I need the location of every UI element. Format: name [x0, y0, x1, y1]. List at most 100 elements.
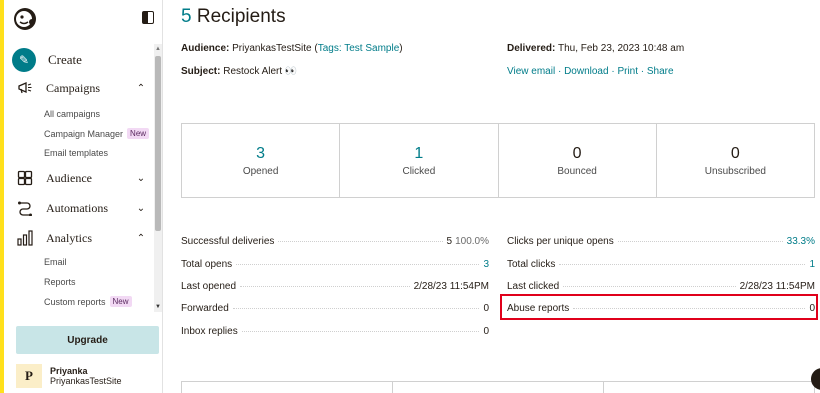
sidebar-subitem-label: Email — [44, 257, 67, 267]
stat-unsubscribed: 0 Unsubscribed — [657, 124, 814, 197]
user-account[interactable]: P Priyanka PriyankasTestSite — [16, 364, 122, 388]
collapse-sidebar-icon[interactable] — [142, 11, 154, 24]
dotted-leader — [236, 264, 480, 265]
stat-value: 0 — [572, 144, 582, 162]
megaphone-icon — [16, 79, 34, 97]
stat-label: Unsubscribed — [704, 165, 766, 177]
dotted-leader — [617, 241, 783, 242]
sidebar-item-analytics[interactable]: Analytics ⌃ — [16, 228, 146, 248]
audience-label: Audience: — [181, 43, 230, 54]
metric-label: Forwarded — [181, 303, 229, 314]
tags-close-paren: ) — [399, 43, 403, 54]
upgrade-button[interactable]: Upgrade — [16, 326, 159, 354]
scroll-up-arrow-icon[interactable]: ▲ — [154, 44, 162, 54]
dotted-leader — [241, 331, 480, 332]
sidebar-subitem-reports[interactable]: Reports — [44, 277, 76, 287]
automations-icon — [16, 199, 34, 217]
metric-total-clicks: Total clicks 1 — [507, 259, 815, 273]
metric-label: Clicks per unique opens — [507, 236, 614, 247]
pencil-icon: ✎ — [12, 48, 36, 72]
metric-label: Successful deliveries — [181, 236, 275, 247]
analytics-icon — [16, 229, 34, 247]
scrollbar-thumb[interactable] — [155, 56, 161, 231]
sidebar-nav: ✎ Create Campaigns ⌃ All campaigns Campa… — [4, 44, 154, 314]
sidebar-subitem-campaign-manager[interactable]: Campaign Manager New — [44, 128, 150, 139]
dotted-leader — [240, 286, 410, 287]
sidebar-item-label: Analytics — [46, 230, 92, 245]
page-title: 5 Recipients — [181, 6, 286, 28]
sidebar-subitem-label: Campaign Manager — [44, 128, 124, 139]
bottom-panel-cell — [182, 382, 393, 393]
sidebar-item-audience[interactable]: Audience ⌄ — [16, 168, 146, 188]
user-name: Priyanka — [50, 366, 88, 376]
sidebar-scrollbar[interactable]: ▲ ▼ — [154, 44, 162, 312]
summary-stats: 3 Opened 1 Clicked 0 Bounced 0 Unsubscri… — [181, 123, 815, 198]
mailchimp-logo-icon[interactable] — [12, 6, 38, 32]
subject-label: Subject: — [181, 66, 221, 77]
delivered-label: Delivered: — [507, 43, 556, 54]
main-content: 5 Recipients Audience: PriyankasTestSite… — [181, 0, 820, 393]
sidebar: ✎ Create Campaigns ⌃ All campaigns Campa… — [4, 0, 163, 393]
sidebar-item-label: Campaigns — [46, 80, 100, 95]
link-separator: · — [638, 66, 647, 77]
share-link[interactable]: Share — [647, 66, 674, 77]
campaign-actions: View email · Download · Print · Share — [507, 66, 674, 77]
metric-clicks-per-unique-opens: Clicks per unique opens 33.3% — [507, 236, 815, 250]
metric-value: 0 — [483, 326, 489, 337]
metric-value-link[interactable]: 3 — [483, 259, 489, 270]
print-link[interactable]: Print — [617, 66, 638, 77]
metric-successful-deliveries: Successful deliveries 5 100.0% — [181, 236, 489, 250]
metric-last-clicked: Last clicked 2/28/23 11:54PM — [507, 281, 815, 295]
metric-label: Inbox replies — [181, 326, 238, 337]
bottom-panel-cell — [393, 382, 604, 393]
metric-percent: 100.0% — [455, 236, 489, 247]
metric-value: 33.3% — [786, 236, 815, 247]
user-info: Priyanka PriyankasTestSite — [50, 366, 122, 386]
metric-value: 2/28/23 11:54PM — [413, 281, 489, 292]
view-email-link[interactable]: View email — [507, 66, 555, 77]
stat-value: 3 — [256, 144, 266, 162]
scroll-down-arrow-icon[interactable]: ▼ — [154, 302, 162, 312]
bottom-panel — [181, 381, 815, 393]
chevron-up-icon[interactable]: ⌃ — [136, 233, 146, 244]
metric-label: Last opened — [181, 281, 237, 292]
audience-value: PriyankasTestSite — [232, 43, 312, 54]
chevron-down-icon[interactable]: ⌄ — [136, 173, 146, 184]
new-badge: New — [127, 128, 150, 139]
metric-inbox-replies: Inbox replies 0 — [181, 326, 489, 340]
create-button[interactable]: ✎ Create — [12, 47, 82, 73]
link-separator: · — [555, 66, 565, 77]
stat-clicked[interactable]: 1 Clicked — [340, 124, 499, 197]
sidebar-subitem-label: Email templates — [44, 148, 109, 158]
new-badge: New — [109, 296, 132, 307]
stat-label: Opened — [242, 165, 279, 177]
metric-total-opens: Total opens 3 — [181, 259, 489, 273]
metric-label: Total clicks — [507, 259, 556, 270]
stat-label: Clicked — [402, 165, 436, 177]
dotted-leader — [232, 308, 480, 309]
metric-value: 0 — [483, 303, 489, 314]
metric-value: 5 — [446, 236, 453, 247]
stat-opened[interactable]: 3 Opened — [182, 124, 341, 197]
metric-value-link[interactable]: 1 — [809, 259, 815, 270]
sidebar-subitem-all-campaigns[interactable]: All campaigns — [44, 109, 100, 119]
sidebar-subitem-email-templates[interactable]: Email templates — [44, 148, 108, 158]
stat-bounced: 0 Bounced — [499, 124, 657, 197]
chevron-up-icon[interactable]: ⌃ — [136, 83, 146, 94]
tags-link[interactable]: Tags: Test Sample — [318, 43, 400, 54]
sidebar-item-campaigns[interactable]: Campaigns ⌃ — [16, 78, 146, 98]
sidebar-item-automations[interactable]: Automations ⌄ — [16, 198, 146, 218]
stat-label: Bounced — [557, 165, 597, 177]
subject-value: Restock Alert 👀 — [223, 66, 298, 77]
sidebar-subitem-label: Custom reports — [44, 296, 106, 307]
download-link[interactable]: Download — [564, 66, 608, 77]
metric-value: 2/28/23 11:54PM — [739, 281, 815, 292]
sidebar-subitem-email[interactable]: Email — [44, 257, 67, 267]
chevron-down-icon[interactable]: ⌄ — [136, 203, 146, 214]
metric-label: Total opens — [181, 259, 233, 270]
recipient-count: 5 — [181, 6, 192, 27]
sidebar-subitem-custom-reports[interactable]: Custom reports New — [44, 296, 132, 307]
metric-last-opened: Last opened 2/28/23 11:54PM — [181, 281, 489, 295]
metric-label: Last clicked — [507, 281, 560, 292]
dotted-leader — [559, 264, 806, 265]
